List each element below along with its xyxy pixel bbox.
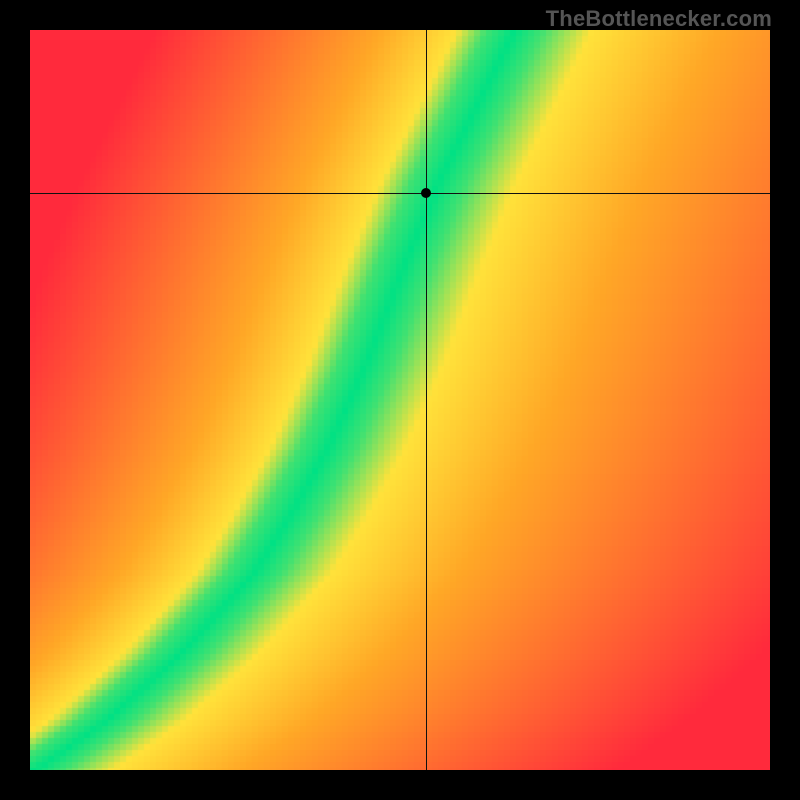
plot-area	[30, 30, 770, 770]
crosshair-horizontal	[30, 193, 770, 194]
bottleneck-heatmap	[30, 30, 770, 770]
watermark-text: TheBottlenecker.com	[546, 6, 772, 32]
chart-stage: TheBottlenecker.com	[0, 0, 800, 800]
current-config-marker	[421, 188, 431, 198]
crosshair-vertical	[426, 30, 427, 770]
